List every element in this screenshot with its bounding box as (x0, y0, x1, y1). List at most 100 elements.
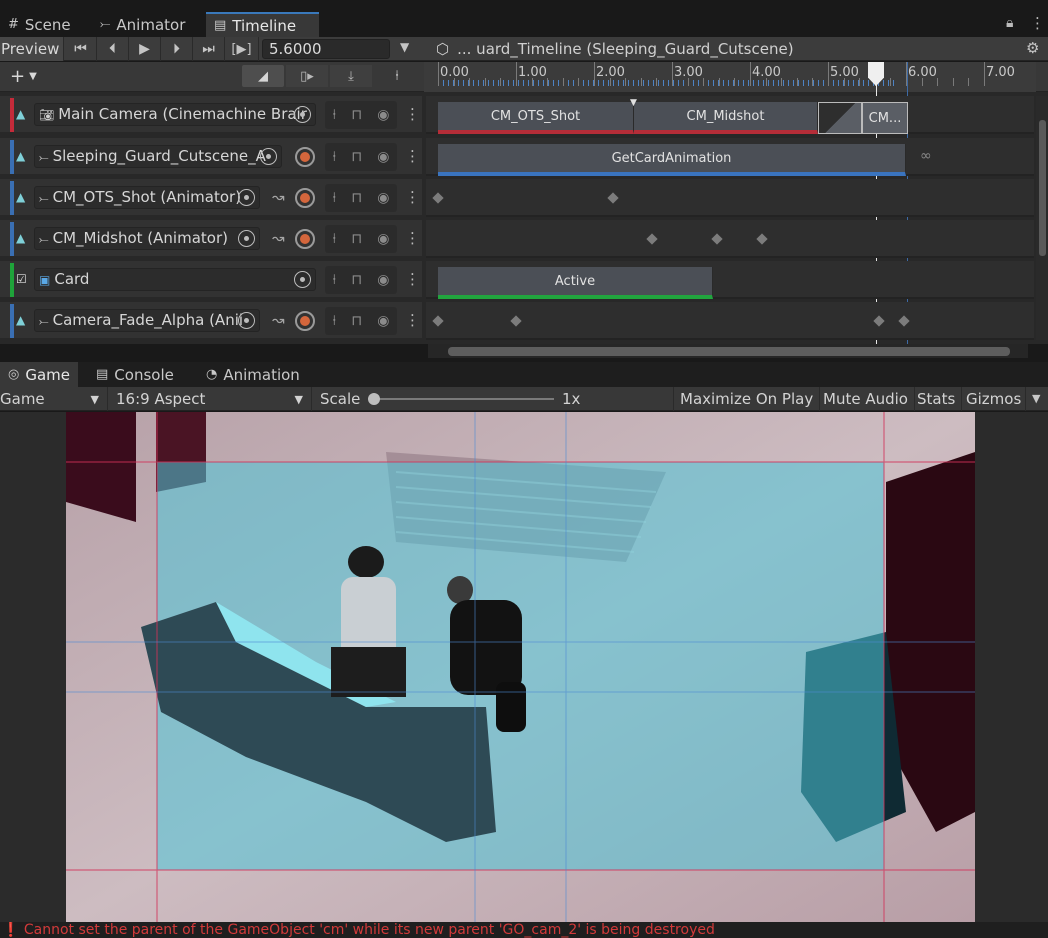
scale-slider-handle[interactable] (368, 393, 380, 405)
keyframe-marker[interactable] (432, 315, 444, 327)
edit-mode-ripple-icon[interactable]: ▯▸ (286, 65, 328, 87)
tab-menu-icon[interactable]: ⋮ (1030, 14, 1045, 32)
track-header[interactable]: ☑ ▣ Card ⍿ ⊓ ◉ ⋮ (0, 261, 422, 299)
track-header[interactable]: ▲ ⤚ Sleeping_Guard_Cutscene_A ⍿ ⊓ ◉ ⋮ (0, 138, 422, 176)
visibility-eye-icon[interactable]: ◉ (377, 107, 389, 123)
pin-icon[interactable]: ⍿ (333, 231, 337, 247)
lock-icon[interactable]: ⊓ (351, 190, 362, 206)
track-binding-field[interactable]: ⤚ CM_OTS_Shot (Animator) (34, 186, 260, 209)
object-picker-icon[interactable] (238, 230, 255, 247)
go-to-start-icon[interactable]: ⏮ (65, 37, 97, 61)
timeline-clip[interactable]: CM_OTS_Shot (438, 102, 634, 134)
mute-audio-toggle[interactable]: Mute Audio (817, 387, 915, 411)
object-picker-icon[interactable] (238, 189, 255, 206)
clip-lane[interactable]: GetCardAnimation ∞ (426, 138, 1034, 176)
record-icon[interactable] (295, 229, 315, 249)
preview-button[interactable]: Preview (0, 37, 64, 61)
record-icon[interactable] (295, 188, 315, 208)
clip-lane[interactable] (426, 302, 1034, 340)
keyframe-marker[interactable] (756, 233, 768, 245)
track-header[interactable]: ▲ ⤚ CM_OTS_Shot (Animator) ↝ ⍿ ⊓ ◉ ⋮ (0, 179, 422, 217)
tab-scene[interactable]: # Scene (0, 12, 79, 37)
tab-animator[interactable]: ⤚ Animator (92, 12, 193, 37)
track-header[interactable]: ▲ ⤚ CM_Midshot (Animator) ↝ ⍿ ⊓ ◉ ⋮ (0, 220, 422, 258)
aspect-dropdown[interactable]: 16:9 Aspect ▼ (110, 387, 312, 411)
visibility-eye-icon[interactable]: ◉ (377, 149, 389, 165)
clip-lane[interactable] (426, 179, 1034, 217)
track-header[interactable]: ▲ ⤚ Camera_Fade_Alpha (Anii ↝ ⍿ ⊓ ◉ ⋮ (0, 302, 422, 340)
timeline-breadcrumb[interactable]: ⬡ ... uard_Timeline (Sleeping_Guard_Cuts… (436, 37, 794, 61)
track-menu-icon[interactable]: ⋮ (405, 311, 420, 329)
timeline-clip[interactable]: CM_Midshot (634, 102, 818, 134)
record-icon[interactable] (295, 311, 315, 331)
clip-lane[interactable]: CM_OTS_Shot CM_Midshot CM... ▼ (426, 96, 1034, 134)
keyframe-marker[interactable] (646, 233, 658, 245)
visibility-eye-icon[interactable]: ◉ (377, 190, 389, 206)
object-picker-icon[interactable] (294, 106, 311, 123)
object-picker-icon[interactable] (260, 148, 277, 165)
track-binding-field[interactable]: ⤚ CM_Midshot (Animator) (34, 227, 260, 250)
track-binding-field[interactable]: ⤚ Sleeping_Guard_Cutscene_A (34, 145, 282, 168)
track-binding-field[interactable]: ⤚ Camera_Fade_Alpha (Anii (34, 309, 260, 332)
maximize-on-play-toggle[interactable]: Maximize On Play (674, 387, 821, 411)
track-header[interactable]: ▲ 📷︎ Main Camera (Cinemachine Brair ⍿ ⊓ ◉ ⋮ (0, 96, 422, 134)
time-format-dropdown-icon[interactable]: ▼ (400, 40, 409, 54)
play-icon[interactable]: ▶ (129, 37, 161, 61)
curves-icon[interactable]: ↝ (272, 188, 285, 206)
current-time-field[interactable]: 5.6000 (262, 39, 390, 59)
add-track-button[interactable]: + ▼ (10, 65, 52, 87)
track-menu-icon[interactable]: ⋮ (405, 229, 420, 247)
tab-animation[interactable]: ◔ Animation (198, 362, 308, 387)
vertical-scroll-thumb[interactable] (1039, 120, 1046, 256)
timeline-clip[interactable]: CM... (862, 102, 908, 134)
pin-icon[interactable]: ⍿ (333, 272, 337, 288)
edit-mode-replace-icon[interactable]: ⤓ (330, 65, 372, 87)
play-range-icon[interactable]: [▶] (225, 37, 259, 61)
snap-pin-icon[interactable]: ⍿ (382, 65, 412, 87)
track-menu-icon[interactable]: ⋮ (405, 105, 420, 123)
horizontal-scroll-thumb[interactable] (448, 347, 1010, 356)
gizmos-toggle[interactable]: Gizmos (960, 387, 1026, 411)
keyframe-marker[interactable] (432, 192, 444, 204)
keyframe-marker[interactable] (873, 315, 885, 327)
object-picker-icon[interactable] (294, 271, 311, 288)
horizontal-scrollbar[interactable] (428, 344, 1028, 358)
keyframe-marker[interactable] (510, 315, 522, 327)
pin-icon[interactable]: ⍿ (333, 107, 337, 123)
curves-icon[interactable]: ↝ (272, 229, 285, 247)
go-to-end-icon[interactable]: ⏭ (193, 37, 225, 61)
lock-icon[interactable]: ⊓ (351, 149, 362, 165)
pin-icon[interactable]: ⍿ (333, 149, 337, 165)
keyframe-marker[interactable] (898, 315, 910, 327)
track-enabled-checkbox-icon[interactable]: ☑ (16, 272, 27, 286)
stats-toggle[interactable]: Stats (911, 387, 963, 411)
tab-game[interactable]: ◎ Game (0, 362, 78, 387)
pin-icon[interactable]: ⍿ (333, 313, 337, 329)
lock-icon[interactable]: ⊓ (351, 231, 362, 247)
clip-lane[interactable] (426, 220, 1034, 258)
visibility-eye-icon[interactable]: ◉ (377, 313, 389, 329)
status-bar[interactable]: ❗ Cannot set the parent of the GameObjec… (0, 922, 1048, 938)
tab-console[interactable]: ▤ Console (88, 362, 182, 387)
track-menu-icon[interactable]: ⋮ (405, 147, 420, 165)
curves-icon[interactable]: ↝ (272, 311, 285, 329)
lock-icon[interactable]: ⊓ (351, 272, 362, 288)
game-viewport[interactable] (0, 412, 1048, 922)
edit-mode-mix-icon[interactable]: ◢ (242, 65, 284, 87)
tab-timeline[interactable]: ▤ Timeline (206, 12, 319, 37)
pin-icon[interactable]: ⍿ (333, 190, 337, 206)
next-frame-icon[interactable]: ⏵ (161, 37, 193, 61)
clip-lane[interactable]: Active (426, 261, 1034, 299)
scale-slider-track[interactable] (368, 393, 554, 405)
lock-icon[interactable]: 🔒︎ (1006, 15, 1013, 31)
settings-gear-icon[interactable]: ⚙ (1026, 39, 1039, 57)
keyframe-marker[interactable] (711, 233, 723, 245)
timeline-clip[interactable]: GetCardAnimation (438, 144, 906, 176)
track-menu-icon[interactable]: ⋮ (405, 270, 420, 288)
display-dropdown[interactable]: Game ▼ (0, 387, 108, 411)
lock-icon[interactable]: ⊓ (351, 107, 362, 123)
time-ruler[interactable]: 0.00 1.00 2.00 3.00 4.00 5.00 6.00 7.00 (424, 62, 1036, 92)
object-picker-icon[interactable] (238, 312, 255, 329)
visibility-eye-icon[interactable]: ◉ (377, 231, 389, 247)
timeline-clip[interactable] (818, 102, 862, 134)
